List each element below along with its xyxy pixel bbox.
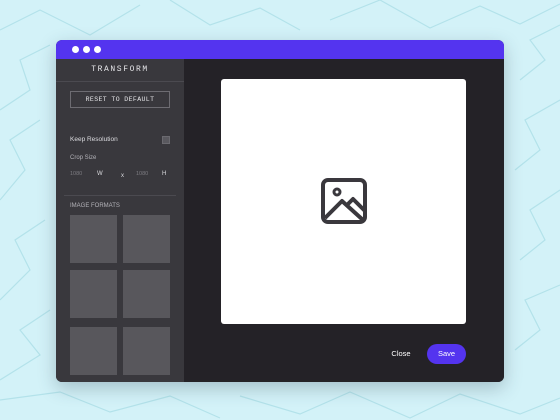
image-format-tile[interactable]: [70, 270, 117, 318]
image-canvas[interactable]: [221, 79, 466, 324]
keep-resolution-label: Keep Resolution: [70, 136, 118, 143]
image-formats-label: IMAGE FORMATS: [70, 203, 120, 209]
crop-height-input[interactable]: 1080: [136, 170, 158, 179]
divider: [56, 81, 184, 82]
crop-size-label: Crop Size: [70, 155, 97, 161]
editor-window: TRANSFORM RESET TO DEFAULT Keep Resoluti…: [56, 40, 504, 382]
window-dot-minimize[interactable]: [83, 46, 90, 53]
preview-area: Close Save: [184, 59, 504, 382]
close-button[interactable]: Close: [384, 346, 418, 362]
image-placeholder-icon: [321, 178, 367, 224]
reset-to-default-button[interactable]: RESET TO DEFAULT: [70, 91, 170, 108]
image-format-tile[interactable]: [70, 327, 117, 375]
crop-separator: x: [121, 173, 124, 179]
transform-sidebar: TRANSFORM RESET TO DEFAULT Keep Resoluti…: [56, 59, 184, 382]
sidebar-title: TRANSFORM: [91, 65, 149, 74]
crop-height-unit: H: [162, 171, 167, 177]
image-format-tile[interactable]: [123, 215, 170, 263]
divider: [64, 195, 176, 196]
crop-width-input[interactable]: 1080: [70, 170, 92, 179]
keep-resolution-checkbox[interactable]: [162, 136, 170, 144]
image-format-tile[interactable]: [123, 327, 170, 375]
save-button[interactable]: Save: [427, 344, 466, 364]
window-dot-maximize[interactable]: [94, 46, 101, 53]
image-format-tile[interactable]: [123, 270, 170, 318]
crop-width-unit: W: [97, 171, 103, 177]
window-dot-close[interactable]: [72, 46, 79, 53]
titlebar: [56, 40, 504, 59]
image-format-tile[interactable]: [70, 215, 117, 263]
